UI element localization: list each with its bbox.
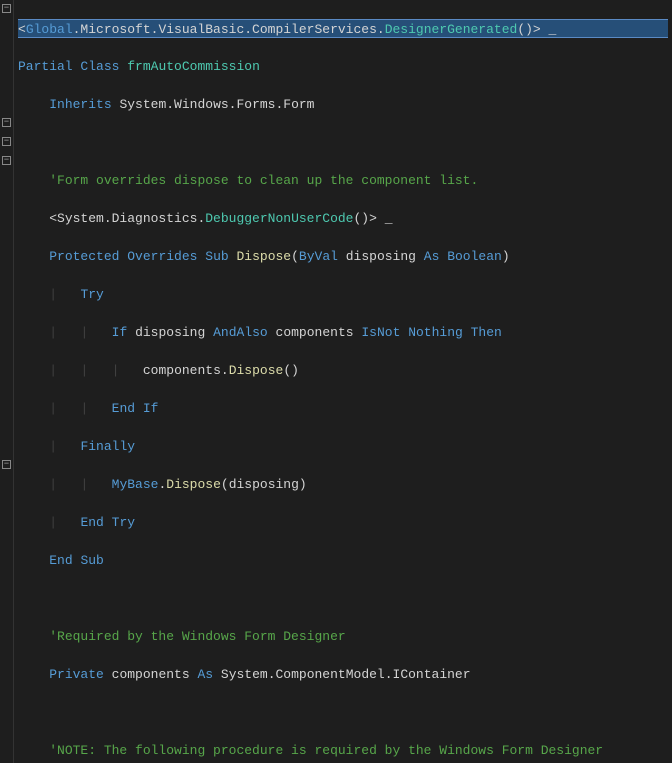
code-line[interactable]: | End Try [18, 513, 668, 532]
fold-gutter [0, 0, 14, 763]
code-line[interactable]: | | MyBase.Dispose(disposing) [18, 475, 668, 494]
code-line[interactable]: <System.Diagnostics.DebuggerNonUserCode(… [18, 209, 668, 228]
code-line[interactable]: Private components As System.ComponentMo… [18, 665, 668, 684]
code-line[interactable]: | Try [18, 285, 668, 304]
code-line[interactable]: | | | components.Dispose() [18, 361, 668, 380]
code-line[interactable]: | | End If [18, 399, 668, 418]
code-line[interactable]: | | If disposing AndAlso components IsNo… [18, 323, 668, 342]
fold-toggle[interactable] [2, 156, 11, 165]
code-line[interactable]: 'NOTE: The following procedure is requir… [18, 741, 668, 760]
code-line[interactable]: End Sub [18, 551, 668, 570]
code-line[interactable]: | Finally [18, 437, 668, 456]
code-line[interactable]: Partial Class frmAutoCommission [18, 57, 668, 76]
fold-toggle[interactable] [2, 4, 11, 13]
code-line[interactable] [18, 703, 668, 722]
code-line[interactable]: 'Required by the Windows Form Designer [18, 627, 668, 646]
fold-toggle[interactable] [2, 118, 11, 127]
code-line[interactable]: Protected Overrides Sub Dispose(ByVal di… [18, 247, 668, 266]
code-line[interactable]: 'Form overrides dispose to clean up the … [18, 171, 668, 190]
code-line[interactable] [18, 133, 668, 152]
fold-toggle[interactable] [2, 137, 11, 146]
fold-toggle[interactable] [2, 460, 11, 469]
code-line[interactable]: <Global.Microsoft.VisualBasic.CompilerSe… [18, 19, 668, 38]
code-line[interactable]: Inherits System.Windows.Forms.Form [18, 95, 668, 114]
code-editor[interactable]: <Global.Microsoft.VisualBasic.CompilerSe… [0, 0, 672, 763]
code-line[interactable] [18, 589, 668, 608]
code-area[interactable]: <Global.Microsoft.VisualBasic.CompilerSe… [14, 0, 672, 763]
